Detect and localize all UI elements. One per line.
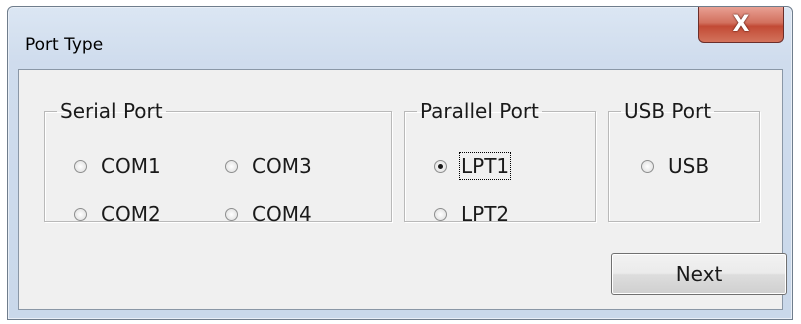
radio-com1-label: COM1 xyxy=(101,154,161,178)
radio-lpt2-label: LPT2 xyxy=(461,202,510,226)
radio-usb-label: USB xyxy=(668,154,710,178)
radio-icon xyxy=(74,159,87,173)
close-icon: X xyxy=(732,11,750,37)
radio-lpt1-label: LPT1 xyxy=(458,152,512,180)
radio-com3-label: COM3 xyxy=(252,154,312,178)
dialog-client-area: Serial Port COM1 COM3 COM2 COM4 Parallel… xyxy=(18,69,787,310)
radio-icon xyxy=(434,207,447,221)
port-type-dialog: Port Type X Serial Port COM1 COM3 COM2 C… xyxy=(7,6,793,320)
radio-lpt2[interactable]: LPT2 xyxy=(434,202,509,226)
usb-port-legend: USB Port xyxy=(624,99,712,123)
serial-port-legend: Serial Port xyxy=(60,99,163,123)
radio-com1[interactable]: COM1 xyxy=(74,154,161,178)
parallel-port-legend: Parallel Port xyxy=(420,99,539,123)
title-bar[interactable]: Port Type X xyxy=(8,7,792,65)
next-button[interactable]: Next xyxy=(611,253,787,295)
radio-com4[interactable]: COM4 xyxy=(225,202,312,226)
radio-com2-label: COM2 xyxy=(101,202,161,226)
radio-lpt1[interactable]: LPT1 xyxy=(434,152,512,180)
radio-icon xyxy=(225,159,238,173)
radio-com3[interactable]: COM3 xyxy=(225,154,312,178)
radio-selected-icon xyxy=(434,159,447,173)
radio-icon xyxy=(74,207,87,221)
radio-com4-label: COM4 xyxy=(252,202,312,226)
window-title: Port Type xyxy=(25,35,104,55)
radio-com2[interactable]: COM2 xyxy=(74,202,161,226)
radio-icon xyxy=(641,159,654,173)
close-button[interactable]: X xyxy=(698,7,784,43)
radio-usb[interactable]: USB xyxy=(641,154,709,178)
radio-icon xyxy=(225,207,238,221)
